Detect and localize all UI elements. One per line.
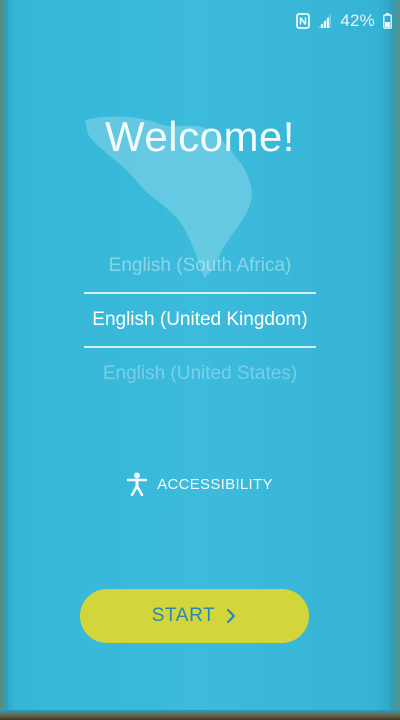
start-button[interactable]: START (80, 589, 309, 643)
chevron-right-icon (225, 608, 237, 624)
accessibility-label: ACCESSIBILITY (157, 475, 273, 493)
language-option-united-states[interactable]: English (United States) (60, 348, 340, 400)
nfc-icon (296, 13, 311, 29)
screen-edge-left (0, 0, 8, 720)
battery-percentage: 42% (340, 11, 375, 30)
status-bar: 42% (296, 10, 392, 32)
language-picker[interactable]: English (South Africa) English (United K… (60, 240, 340, 400)
welcome-title: Welcome! (105, 113, 295, 160)
accessibility-icon (126, 472, 148, 497)
battery-icon (383, 13, 392, 29)
screen-edge-right (390, 0, 400, 720)
language-option-south-africa[interactable]: English (South Africa) (60, 240, 340, 292)
setup-screen: 42% Welcome! English (South Africa) Engl… (0, 0, 400, 720)
accessibility-button[interactable]: ACCESSIBILITY (0, 472, 400, 497)
bottom-bezel (0, 710, 400, 720)
start-label: START (151, 605, 216, 626)
signal-icon (318, 14, 332, 28)
language-option-united-kingdom[interactable]: English (United Kingdom) (60, 294, 340, 346)
